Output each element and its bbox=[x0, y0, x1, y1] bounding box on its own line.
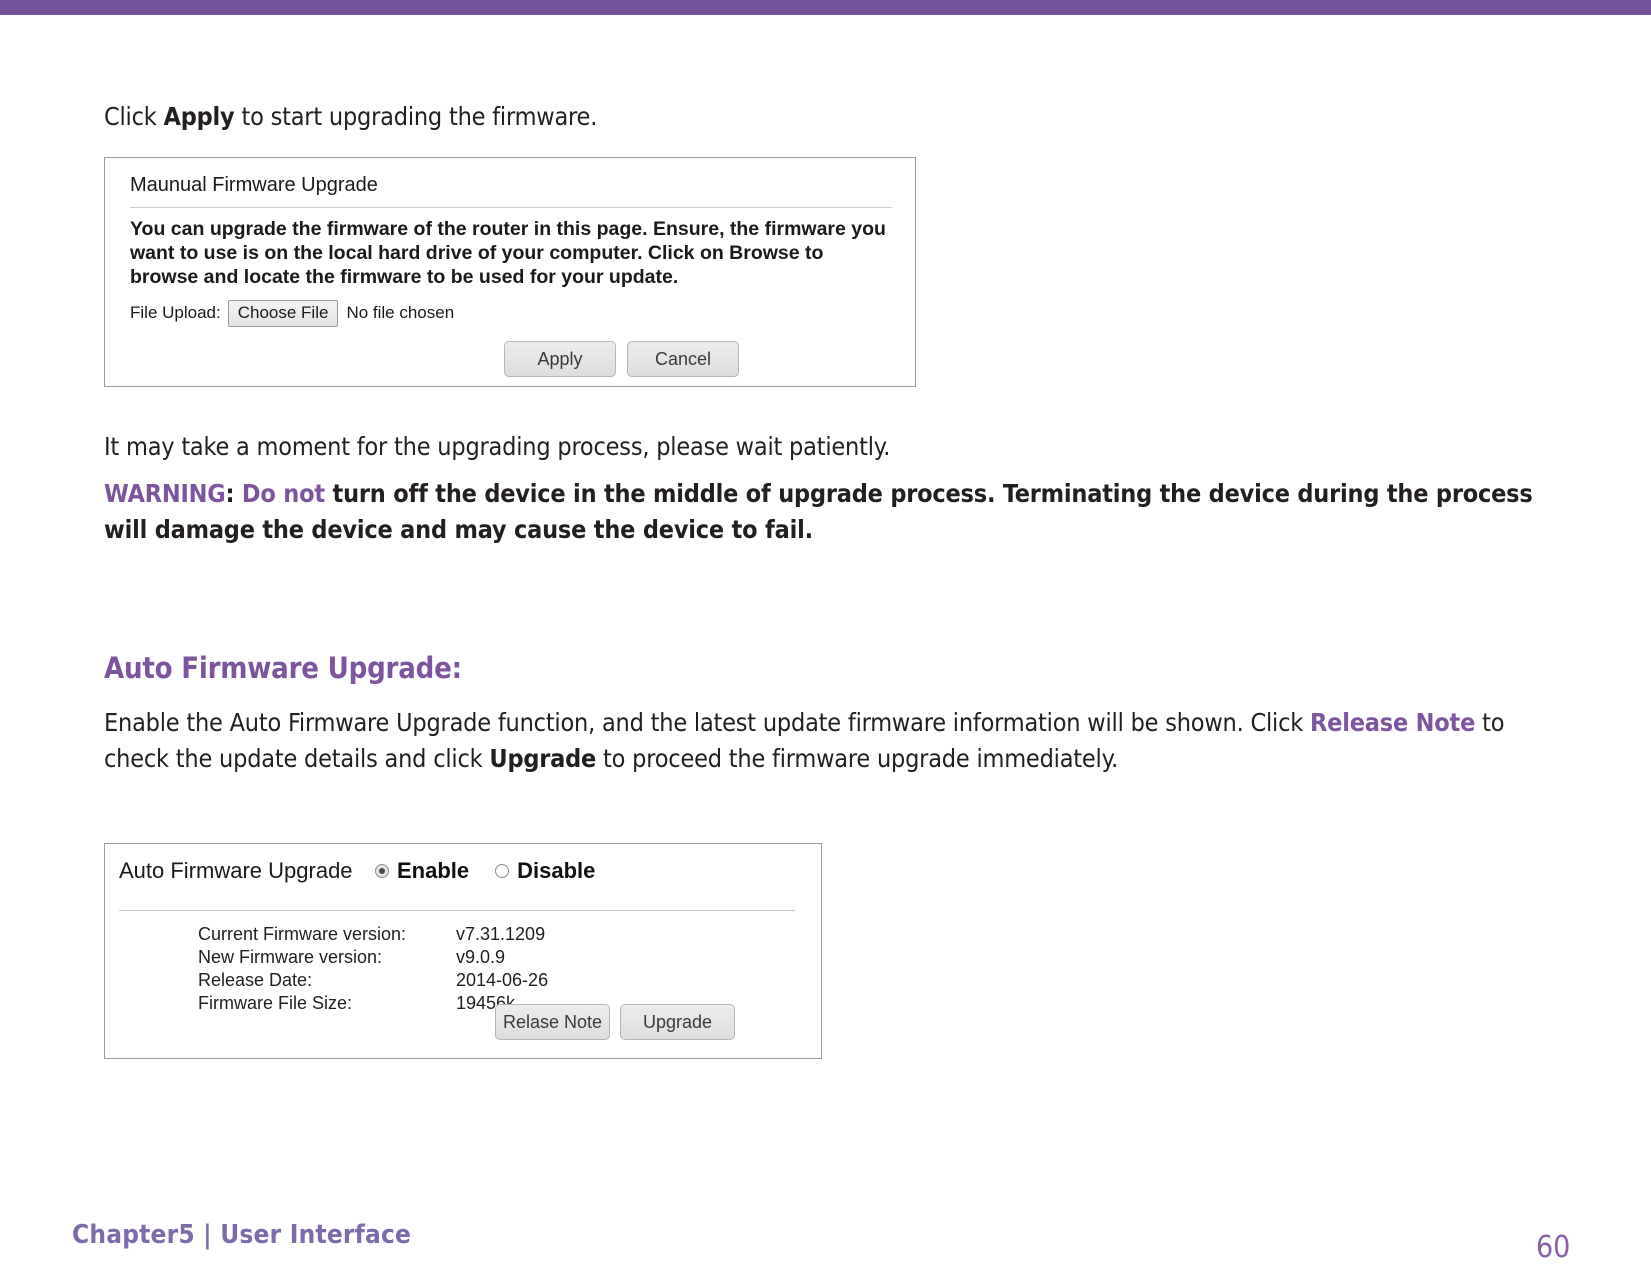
row-key: Current Firmware version: bbox=[198, 924, 407, 944]
auto-firmware-description: Enable the Auto Firmware Upgrade functio… bbox=[104, 705, 1524, 776]
intro-text-after: to start upgrading the firmware. bbox=[234, 102, 598, 131]
auto-firmware-upgrade-heading: Auto Firmware Upgrade: bbox=[104, 651, 462, 685]
row-key: New Firmware version: bbox=[198, 946, 383, 967]
auto-panel-divider bbox=[119, 910, 795, 911]
manual-panel-button-row: Apply Cancel bbox=[504, 341, 739, 377]
warning-emphasis: Do not bbox=[241, 479, 325, 508]
top-accent-band bbox=[0, 0, 1651, 15]
manual-panel-title: Maunual Firmware Upgrade bbox=[130, 174, 378, 196]
table-row: Release Date: 2014-06-26 bbox=[198, 970, 548, 993]
wait-note-paragraph: It may take a moment for the upgrading p… bbox=[104, 432, 891, 461]
row-value: v7.31.1209 bbox=[456, 924, 546, 944]
manual-firmware-upgrade-panel: Maunual Firmware Upgrade You can upgrade… bbox=[104, 157, 916, 387]
page-number: 60 bbox=[1536, 1230, 1571, 1265]
choose-file-button[interactable]: Choose File bbox=[227, 300, 339, 327]
firmware-info-table: Current Firmware version: v7.31.1209 New… bbox=[198, 924, 548, 1016]
radio-disable-label: Disable bbox=[517, 858, 596, 883]
auto-upgrade-radio-group: Enable Disable bbox=[375, 858, 621, 884]
table-row: New Firmware version: v9.0.9 bbox=[198, 947, 548, 970]
auto-desc-part1: Enable the Auto Firmware Upgrade functio… bbox=[104, 708, 1311, 737]
table-row: Current Firmware version: v7.31.1209 bbox=[198, 924, 548, 947]
release-note-link[interactable]: Release Note bbox=[1310, 708, 1475, 737]
row-key: Firmware File Size: bbox=[198, 992, 353, 1013]
file-upload-row: File Upload: Choose File No file chosen bbox=[130, 300, 454, 327]
auto-firmware-upgrade-panel: Auto Firmware Upgrade Enable Disable Cur… bbox=[104, 843, 822, 1059]
apply-button[interactable]: Apply bbox=[504, 341, 616, 377]
radio-option-disable[interactable]: Disable bbox=[495, 858, 595, 884]
release-note-button[interactable]: Relase Note bbox=[495, 1004, 610, 1040]
radio-selected-icon bbox=[375, 864, 389, 878]
cancel-button[interactable]: Cancel bbox=[627, 341, 739, 377]
row-value: 2014-06-26 bbox=[456, 969, 549, 990]
auto-panel-header-row: Auto Firmware Upgrade Enable Disable bbox=[119, 858, 621, 884]
auto-panel-title: Auto Firmware Upgrade bbox=[119, 858, 353, 883]
radio-option-enable[interactable]: Enable bbox=[375, 858, 469, 884]
auto-panel-button-row: Relase Note Upgrade bbox=[495, 1004, 735, 1040]
upgrade-button[interactable]: Upgrade bbox=[620, 1004, 735, 1040]
intro-apply-bold: Apply bbox=[163, 102, 235, 131]
no-file-chosen-text: No file chosen bbox=[346, 303, 455, 323]
page-content: Click Apply to start upgrading the firmw… bbox=[0, 15, 1651, 1275]
warning-label: WARNING bbox=[104, 479, 226, 508]
file-upload-label: File Upload: bbox=[130, 303, 221, 323]
warning-paragraph: WARNING: Do not turn off the device in t… bbox=[104, 476, 1564, 547]
manual-panel-description: You can upgrade the firmware of the rout… bbox=[130, 218, 886, 288]
row-value: v9.0.9 bbox=[456, 946, 506, 967]
auto-desc-part3: to proceed the firmware upgrade immediat… bbox=[596, 743, 1119, 773]
radio-unselected-icon bbox=[495, 864, 510, 878]
warning-colon: : bbox=[225, 479, 242, 508]
manual-panel-divider bbox=[130, 207, 892, 208]
radio-enable-label: Enable bbox=[397, 858, 470, 883]
footer-chapter-label: Chapter5 | User Interface bbox=[72, 1220, 412, 1250]
intro-paragraph: Click Apply to start upgrading the firmw… bbox=[104, 99, 1444, 135]
row-key: Release Date: bbox=[198, 969, 313, 990]
intro-text-before: Click bbox=[104, 102, 164, 131]
auto-desc-upgrade-bold: Upgrade bbox=[489, 743, 597, 773]
